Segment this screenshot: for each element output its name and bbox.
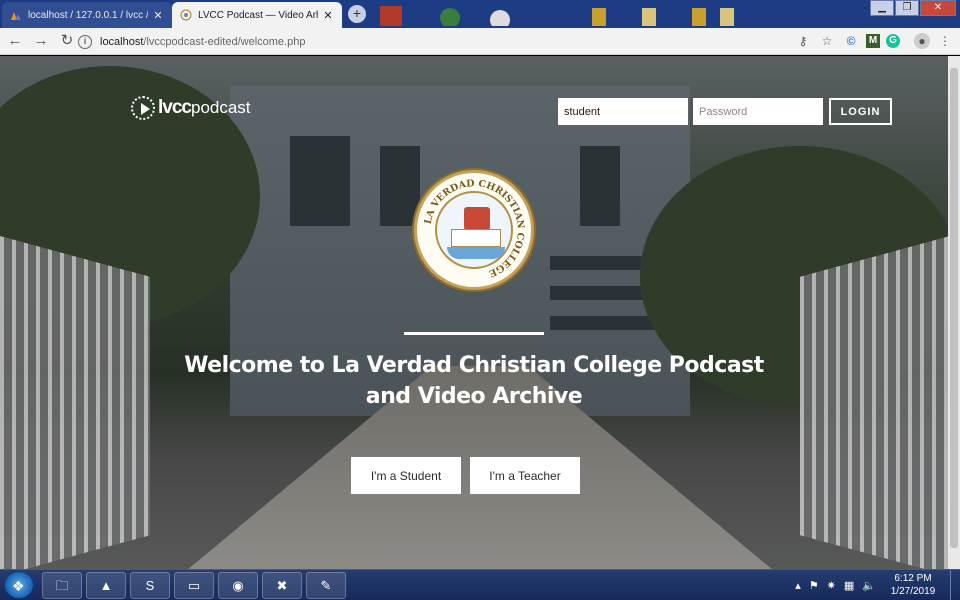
star-icon[interactable]: ☆ (818, 32, 836, 50)
network-icon[interactable]: ▦ (844, 579, 854, 592)
site-logo[interactable]: lvcc podcast (131, 96, 251, 120)
restore-button[interactable]: ❐ (895, 0, 919, 16)
page-title: Welcome to La Verdad Christian College P… (184, 353, 764, 409)
login-button[interactable]: LOGIN (829, 98, 892, 125)
windows-logo-icon: ❖ (12, 578, 25, 594)
clock-date: 1/27/2019 (890, 586, 936, 597)
tab-phpmyadmin[interactable]: localhost / 127.0.0.1 / lvcc / login ✕ (2, 2, 172, 28)
tab-close-icon[interactable]: ✕ (322, 9, 334, 22)
back-arrow-icon[interactable]: ← (4, 30, 26, 52)
tab-title: LVCC Podcast — Video Arhive | V (198, 9, 318, 21)
browser-toolbar: ← → ↻ i localhost/lvccpodcast-edited/wel… (0, 28, 960, 55)
new-tab-button[interactable]: + (348, 5, 366, 23)
file-explorer-icon[interactable]: 🗀 (42, 572, 82, 599)
sublime-text-icon[interactable]: S (130, 572, 170, 599)
profile-icon[interactable]: ● (914, 33, 930, 49)
vlc-icon[interactable]: ▲ (86, 572, 126, 599)
paint-icon[interactable]: ✎ (306, 572, 346, 599)
tab-title: localhost / 127.0.0.1 / lvcc / login (28, 9, 148, 21)
page-viewport: lvccpodcast LOGIN LA VERDAD CHRISTIAN CO… (0, 56, 948, 569)
brand-name: podcast (190, 98, 251, 117)
minimize-button[interactable]: ▁ (870, 0, 894, 16)
toolbar-actions: ⚷ ☆ © M G ● ⋮ (788, 32, 954, 50)
seal-emblem (435, 191, 513, 269)
tray-expand-icon[interactable]: ▴ (795, 579, 801, 592)
window-controls: ▁ ❐ ✕ (869, 0, 956, 16)
start-button[interactable]: ❖ (4, 571, 34, 599)
gate-left (0, 236, 150, 569)
open-book-icon (451, 229, 501, 247)
address-bar[interactable]: i localhost/lvccpodcast-edited/welcome.p… (78, 31, 830, 52)
clock-time: 6:12 PM (894, 573, 932, 584)
chrome-icon[interactable]: ◉ (218, 572, 258, 599)
student-button[interactable]: I'm a Student (351, 457, 461, 494)
title-divider (404, 332, 544, 335)
gate-right (800, 236, 948, 569)
reload-icon[interactable]: ↻ (56, 30, 78, 52)
close-window-button[interactable]: ✕ (920, 0, 956, 16)
lvcc-seal-icon (180, 9, 192, 21)
key-icon[interactable]: ⚷ (794, 32, 812, 50)
username-field[interactable] (558, 98, 688, 125)
scrollbar-thumb[interactable] (950, 68, 958, 548)
url-path: /lvccpodcast-edited/welcome.php (143, 35, 306, 48)
taskbar-clock[interactable]: 6:12 PM 1/27/2019 (880, 572, 946, 598)
browser-tab-strip: localhost / 127.0.0.1 / lvcc / login ✕ L… (0, 0, 960, 28)
command-prompt-icon[interactable]: ▭ (174, 572, 214, 599)
system-tray: ▴ ⚑ ✷ ▦ 🔈 6:12 PM 1/27/2019 (791, 570, 960, 600)
tab-lvcc-podcast[interactable]: LVCC Podcast — Video Arhive | V ✕ (172, 2, 342, 28)
volume-icon[interactable]: 🔈 (862, 579, 876, 592)
action-center-flag-icon[interactable]: ⚑ (809, 579, 819, 592)
show-desktop-button[interactable] (950, 570, 960, 600)
extension-c-icon[interactable]: © (842, 32, 860, 50)
play-icon (131, 96, 155, 120)
phpmyadmin-icon (11, 12, 21, 20)
extension-m-icon[interactable]: M (866, 34, 880, 48)
xampp-icon[interactable]: ✖ (262, 572, 302, 599)
tray-app-icon[interactable]: ✷ (827, 579, 836, 592)
college-seal: LA VERDAD CHRISTIAN COLLEGE (414, 170, 534, 290)
teacher-button[interactable]: I'm a Teacher (470, 457, 580, 494)
password-field[interactable] (693, 98, 823, 125)
waves-icon (447, 247, 505, 259)
windows-taskbar: ❖ 🗀 ▲ S ▭ ◉ ✖ ✎ ▴ ⚑ ✷ ▦ 🔈 6:12 PM 1/27/2… (0, 569, 960, 600)
menu-icon[interactable]: ⋮ (936, 32, 954, 50)
grammarly-icon[interactable]: G (886, 34, 900, 48)
tab-close-icon[interactable]: ✕ (152, 9, 164, 22)
site-info-icon[interactable]: i (78, 34, 92, 49)
brand-name-bold: lvcc (158, 97, 192, 118)
forward-arrow-icon[interactable]: → (30, 30, 52, 52)
desktop-background-icons (380, 6, 734, 26)
url-host: localhost (100, 35, 144, 48)
page-scrollbar[interactable] (948, 56, 960, 569)
